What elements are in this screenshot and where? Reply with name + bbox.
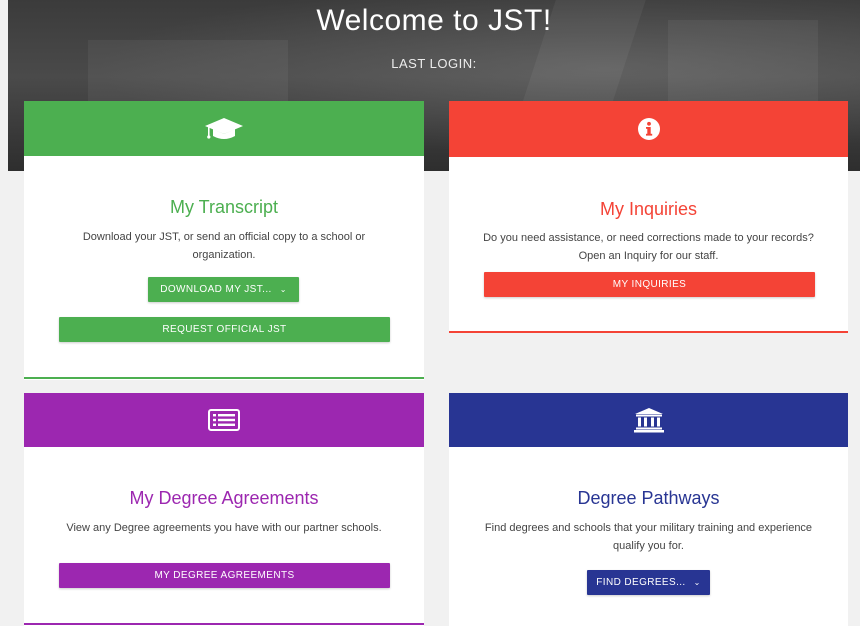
- degree-pathways-card: Degree Pathways Find degrees and schools…: [449, 393, 848, 626]
- info-icon: [637, 118, 660, 140]
- transcript-card-bottom-border: [24, 377, 424, 379]
- inquiries-card-header: [449, 101, 848, 157]
- degree-pathways-title: Degree Pathways: [577, 488, 720, 508]
- find-degrees-label: FIND DEGREES...: [596, 577, 686, 588]
- inquiries-card-bottom-border: [449, 331, 848, 333]
- transcript-card: My Transcript Download your JST, or send…: [24, 101, 424, 380]
- inquiries-description: Do you need assistance, or need correcti…: [483, 232, 814, 262]
- my-inquiries-button[interactable]: MY INQUIRIES: [484, 272, 815, 297]
- inquiries-card: My Inquiries Do you need assistance, or …: [449, 101, 848, 333]
- download-jst-button[interactable]: DOWNLOAD MY JST... ⌄: [148, 277, 299, 302]
- my-degree-agreements-button[interactable]: MY DEGREE AGREEMENTS: [59, 563, 390, 588]
- degree-agreements-title: My Degree Agreements: [129, 488, 319, 508]
- institution-icon: [633, 408, 664, 433]
- degree-agreements-card-header: [24, 393, 424, 447]
- transcript-card-header: [24, 101, 424, 156]
- transcript-title: My Transcript: [169, 197, 279, 217]
- last-login-label: LAST LOGIN:: [391, 56, 477, 71]
- page-title: Welcome to JST!: [316, 4, 552, 37]
- transcript-description: Download your JST, or send an official c…: [82, 231, 366, 261]
- find-degrees-button[interactable]: FIND DEGREES... ⌄: [587, 570, 710, 595]
- degree-pathways-description: Find degrees and schools that your milit…: [484, 522, 813, 552]
- degree-agreements-description: View any Degree agreements you have with…: [66, 522, 382, 534]
- degree-agreements-card-bottom-border: [24, 623, 424, 625]
- graduation-cap-icon: [205, 117, 243, 139]
- degree-pathways-card-header: [449, 393, 848, 447]
- degree-agreements-card: My Degree Agreements View any Degree agr…: [24, 393, 424, 626]
- request-official-jst-button[interactable]: REQUEST OFFICIAL JST: [59, 317, 390, 342]
- download-jst-label: DOWNLOAD MY JST...: [160, 284, 272, 295]
- chevron-down-icon: ⌄: [693, 578, 701, 587]
- chevron-down-icon: ⌄: [279, 285, 287, 294]
- list-document-icon: [208, 409, 240, 431]
- inquiries-title: My Inquiries: [599, 199, 698, 219]
